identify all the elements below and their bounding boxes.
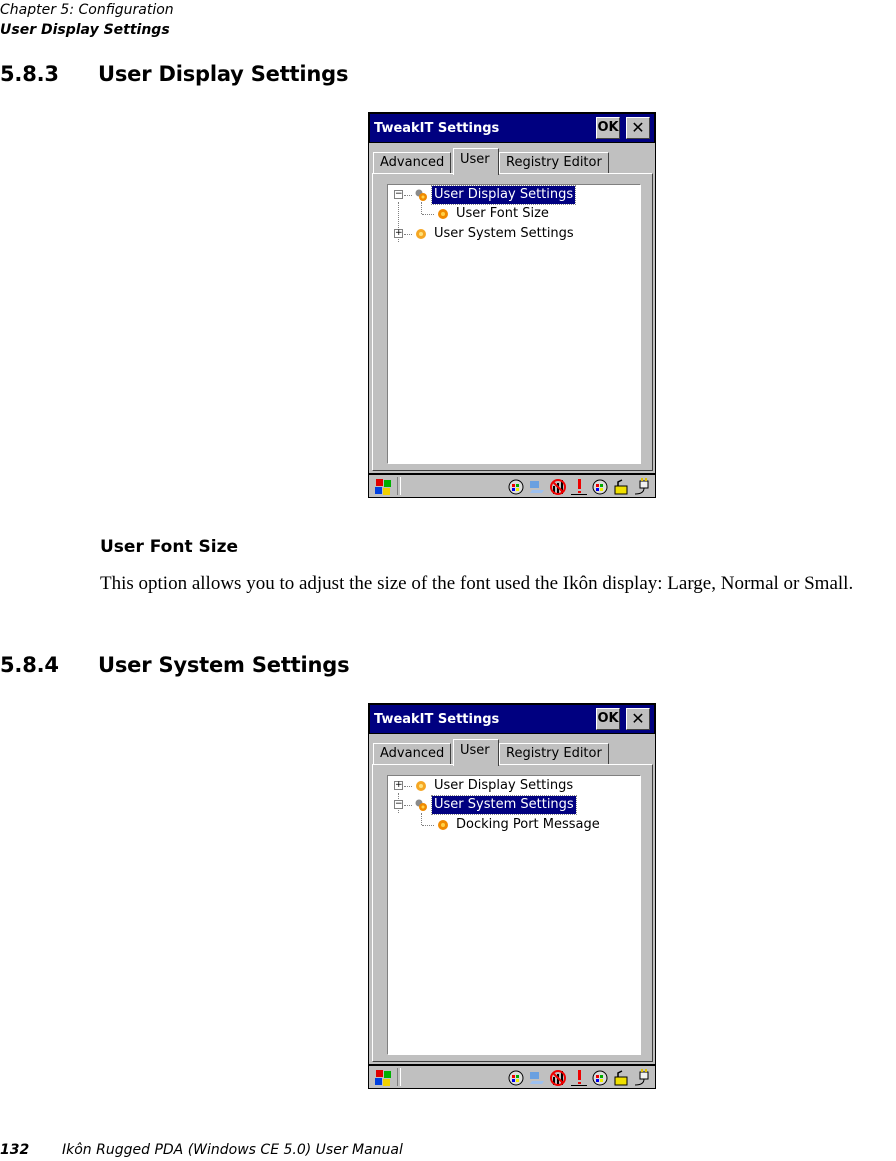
close-button[interactable]: ✕ — [626, 117, 650, 139]
connection-icon[interactable] — [528, 478, 546, 496]
taskbar-separator — [397, 1068, 401, 1086]
alert-icon[interactable] — [570, 478, 588, 496]
running-head-section: User Display Settings — [0, 22, 170, 38]
tab-advanced[interactable]: Advanced — [373, 743, 451, 765]
system-tray — [507, 1068, 651, 1088]
tree-item-label: User Display Settings — [434, 778, 574, 793]
section-number: 5.8.4 — [0, 653, 59, 677]
window-title: TweakIT Settings — [374, 121, 500, 136]
tab-panel: − User Display Settings User Font Size +… — [372, 173, 653, 471]
tab-user[interactable]: User — [453, 148, 499, 175]
gears-icon — [415, 189, 427, 201]
section-number: 5.8.3 — [0, 62, 59, 86]
tree-item-user-display-settings[interactable]: − User Display Settings — [394, 185, 634, 205]
windows-flag-icon[interactable] — [373, 477, 393, 497]
expand-icon[interactable]: + — [394, 781, 403, 790]
body-paragraph: This option allows you to adjust the siz… — [100, 573, 854, 594]
settings-tree: − User Display Settings User Font Size +… — [387, 184, 641, 464]
network-icon[interactable] — [591, 478, 609, 496]
gear-icon — [438, 820, 448, 830]
tab-advanced[interactable]: Advanced — [373, 152, 451, 174]
tab-registry-editor[interactable]: Registry Editor — [499, 152, 609, 174]
tab-bar: Advanced User Registry Editor — [373, 739, 653, 766]
tweakit-settings-window-2: TweakIT Settings OK ✕ Advanced User Regi… — [368, 703, 656, 1089]
window-title: TweakIT Settings — [374, 712, 500, 727]
no-signal-icon[interactable] — [549, 478, 567, 496]
gear-icon — [416, 229, 426, 239]
running-head-chapter: Chapter 5: Configuration — [0, 2, 174, 18]
tree-item-label: User System Settings — [434, 226, 574, 241]
tab-panel: + User Display Settings − User System Se… — [372, 764, 653, 1062]
windows-flag-icon[interactable] — [373, 1068, 393, 1088]
title-bar: TweakIT Settings OK ✕ — [369, 704, 655, 734]
collapse-icon[interactable]: − — [394, 190, 403, 199]
running-head: Chapter 5: Configuration User Display Se… — [0, 0, 174, 40]
system-tray — [507, 477, 651, 497]
gears-icon — [415, 799, 427, 811]
manual-title: Ikôn Rugged PDA (Windows CE 5.0) User Ma… — [62, 1142, 403, 1158]
settings-tree: + User Display Settings − User System Se… — [387, 775, 641, 1055]
ok-button[interactable]: OK — [596, 117, 620, 139]
power-plug-icon[interactable] — [633, 1069, 651, 1087]
tree-item-label: User Display Settings — [430, 185, 577, 205]
expand-icon[interactable]: + — [394, 229, 403, 238]
power-plug-icon[interactable] — [633, 478, 651, 496]
alert-icon[interactable] — [570, 1069, 588, 1087]
taskbar — [369, 1064, 655, 1088]
taskbar-separator — [397, 477, 401, 495]
ok-button[interactable]: OK — [596, 708, 620, 730]
tab-user[interactable]: User — [453, 739, 499, 766]
page-number: 132 — [0, 1142, 30, 1158]
tree-item-user-display-settings[interactable]: + User Display Settings — [394, 777, 634, 795]
gear-icon — [416, 781, 426, 791]
tree-item-user-system-settings[interactable]: − User System Settings — [394, 795, 634, 815]
tweakit-settings-window-1: TweakIT Settings OK ✕ Advanced User Regi… — [368, 112, 656, 498]
collapse-icon[interactable]: − — [394, 800, 403, 809]
network-icon[interactable] — [507, 478, 525, 496]
keyboard-lock-icon[interactable] — [612, 1069, 630, 1087]
tab-bar: Advanced User Registry Editor — [373, 148, 653, 175]
section-heading-5-8-3: 5.8.3 User Display Settings — [0, 62, 348, 86]
close-button[interactable]: ✕ — [626, 708, 650, 730]
connection-icon[interactable] — [528, 1069, 546, 1087]
taskbar — [369, 473, 655, 497]
subsection-heading: User Font Size — [100, 537, 239, 557]
section-heading-5-8-4: 5.8.4 User System Settings — [0, 653, 350, 677]
title-bar: TweakIT Settings OK ✕ — [369, 113, 655, 143]
tree-item-docking-port-message[interactable]: Docking Port Message — [394, 816, 634, 834]
network-icon[interactable] — [507, 1069, 525, 1087]
tree-item-label: Docking Port Message — [456, 817, 600, 832]
no-signal-icon[interactable] — [549, 1069, 567, 1087]
section-title: User Display Settings — [98, 62, 349, 86]
gear-icon — [438, 209, 448, 219]
tree-item-user-font-size[interactable]: User Font Size — [394, 205, 634, 223]
page-footer: 132 Ikôn Rugged PDA (Windows CE 5.0) User… — [0, 1142, 403, 1158]
keyboard-lock-icon[interactable] — [612, 478, 630, 496]
network-icon[interactable] — [591, 1069, 609, 1087]
tree-item-user-system-settings[interactable]: + User System Settings — [394, 225, 634, 243]
tree-item-label: User Font Size — [456, 206, 549, 221]
tab-registry-editor[interactable]: Registry Editor — [499, 743, 609, 765]
tree-item-label: User System Settings — [431, 795, 577, 815]
section-title: User System Settings — [98, 653, 350, 677]
